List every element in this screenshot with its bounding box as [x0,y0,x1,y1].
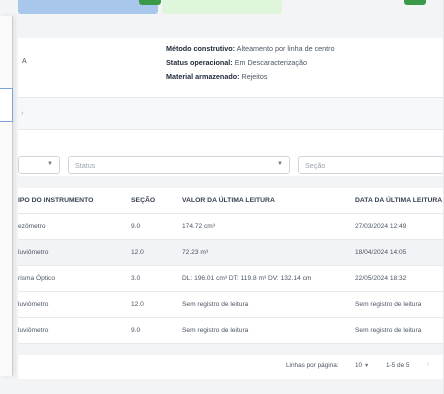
cell-instrument-type: luviômetro [18,301,49,308]
cell-last-date: Sem registro de leitura [355,301,422,308]
construction-method: Método construtivo: Alteamento por linha… [166,44,335,53]
cell-last-value: Sem registro de leitura [182,327,249,334]
structure-info: A Método construtivo: Alteamento por lin… [18,38,444,98]
cell-section: 12.0 [131,249,144,256]
cell-last-date: Sem registro de leitura [355,327,422,334]
table-row[interactable]: luviômetro 12.0 Sem registro de leitura … [18,292,444,318]
cell-last-date: 18/04/2024 14:05 [355,249,407,256]
construction-method-label: Método construtivo: [166,44,236,53]
page-range: 1-5 de 5 [386,362,410,369]
header-last-value[interactable]: VALOR DA ÚLTIMA LEITURA [182,197,275,204]
summary-card-blue[interactable] [18,0,161,14]
rows-per-page-label: Linhas por página: [286,362,339,369]
card-status-indicator [404,0,426,5]
cell-instrument-type: ezômetro [18,223,46,230]
top-strip [0,0,444,14]
status-select[interactable]: Status ▼ [68,156,290,174]
rows-per-page-value: 10 [355,362,363,369]
cell-last-date: 27/03/2024 12:49 [355,223,407,230]
type-select[interactable]: ▼ [18,156,60,174]
previous-page-icon[interactable]: ‹ [427,361,429,368]
table-pagination: Linhas por página: 10 ▼ 1-5 de 5 ‹ [18,355,444,379]
cell-section: 12.0 [131,301,144,308]
stored-material-value: Rejeitos [239,72,268,81]
table-row[interactable]: luviômetro 12.0 72.23 m³ 18/04/2024 14:0… [18,240,444,266]
operational-status-label: Status operacional: [166,58,233,67]
card-status-indicator [139,0,161,5]
chevron-icon: › [21,110,24,117]
section-select[interactable]: Seção [298,156,444,174]
cell-section: 9.0 [131,327,141,334]
drawer-active-field[interactable] [0,88,13,122]
stored-material-label: Material armazenado: [166,72,240,81]
section-select-label: Seção [305,161,326,170]
cell-last-value: DL: 196.01 cm³ DT: 119.8 m³ DV: 132.14 c… [182,275,312,282]
status-select-label: Status [75,161,96,170]
filters-bar: ▼ Status ▼ Seção [18,130,444,176]
table-row[interactable]: risma Óptico 3.0 DL: 196.01 cm³ DT: 119.… [18,266,444,292]
chevron-down-icon: ▼ [363,363,370,369]
table-row[interactable]: ezômetro 9.0 174.72 cm³ 27/03/2024 12:49 [18,214,444,240]
stored-material: Material armazenado: Rejeitos [166,72,267,81]
structure-name-partial: A [22,58,27,65]
cell-instrument-type: luviômetro [18,327,49,334]
operational-status: Status operacional: Em Descaracterização [166,58,307,67]
section-header: › [18,98,444,130]
summary-card-green[interactable] [162,0,426,14]
chevron-down-icon: ▼ [47,161,53,167]
cell-last-value: 174.72 cm³ [182,223,215,230]
operational-status-value: Em Descaracterização [232,58,307,67]
side-drawer[interactable] [0,16,13,376]
chevron-down-icon: ▼ [277,161,283,167]
header-instrument-type[interactable]: IPO DO INSTRUMENTO [18,197,93,204]
construction-method-value: Alteamento por linha de centro [235,44,335,53]
table-header: IPO DO INSTRUMENTO SEÇÃO VALOR DA ÚLTIMA… [18,188,444,214]
rows-per-page-select[interactable]: 10 ▼ [355,362,369,369]
header-last-date[interactable]: DATA DA ÚLTIMA LEITURA [355,197,442,204]
cell-section: 9.0 [131,223,141,230]
header-section[interactable]: SEÇÃO [131,197,155,204]
cell-last-value: 72.23 m³ [182,249,209,256]
cell-last-date: 22/05/2024 18:32 [355,275,407,282]
cell-section: 3.0 [131,275,141,282]
cell-instrument-type: luviômetro [18,249,49,256]
cell-instrument-type: risma Óptico [18,275,56,282]
table-row[interactable]: luviômetro 9.0 Sem registro de leitura S… [18,318,444,344]
cell-last-value: Sem registro de leitura [182,301,249,308]
